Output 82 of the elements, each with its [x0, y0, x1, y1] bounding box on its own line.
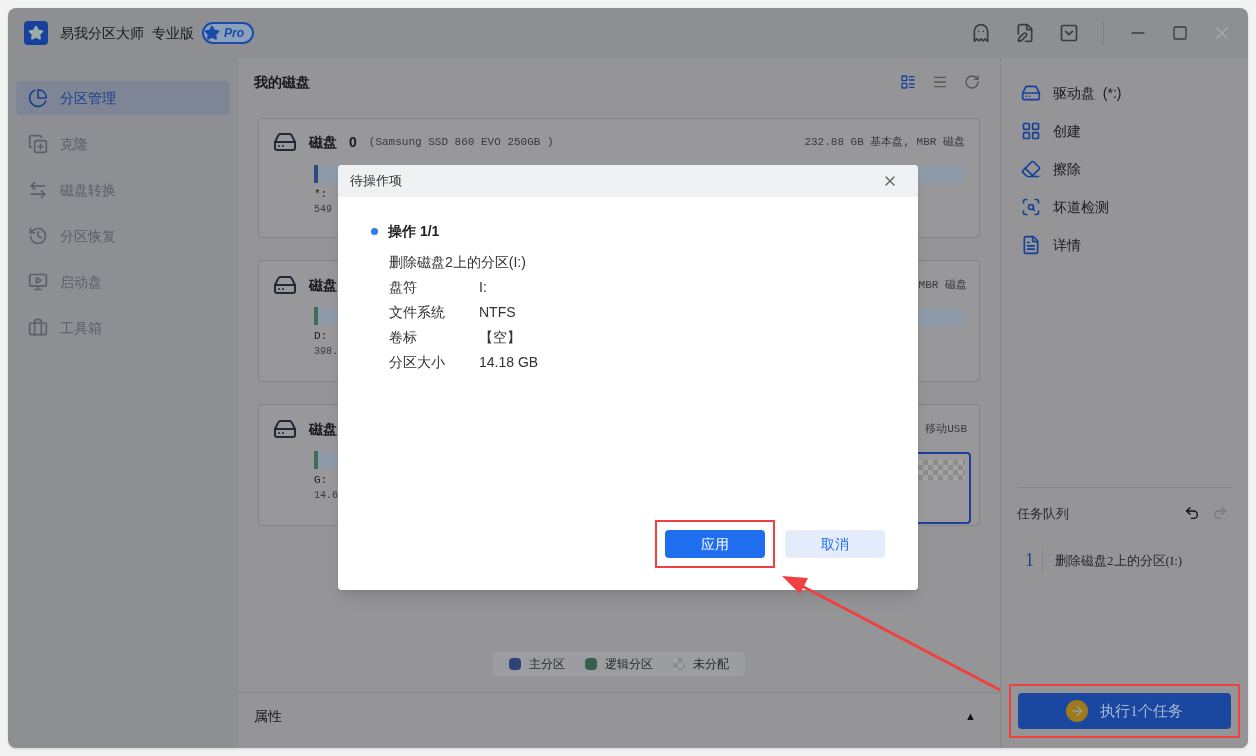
disk-info: 232.88 GB 基本盘, MBR 磁盘 — [804, 134, 965, 150]
pie-chart-icon — [28, 88, 48, 108]
disk-name: 磁盘 — [309, 275, 337, 295]
partition-size: 14.6 — [314, 489, 338, 503]
action-item[interactable]: 创建 — [1017, 119, 1232, 143]
properties-label: 属性 — [254, 707, 282, 726]
operation-heading: 操作 1/1 — [388, 222, 440, 241]
expand-toggle[interactable]: ▲ — [965, 708, 976, 725]
panel-title: 我的磁盘 — [254, 72, 310, 92]
disk-info: 移动USB — [925, 422, 968, 437]
action-item[interactable]: 驱动盘 (*:) — [1017, 81, 1232, 105]
disk-card-edge[interactable]: *: 549 — [258, 165, 338, 238]
disk-card-top[interactable]: 磁盘 0 (Samsung SSD 860 EVO 250GB ) 232.88 GB 基本盘, MBR 磁盘 — [258, 118, 980, 165]
partition-label: D: — [314, 329, 328, 344]
edition-label: 专业版 — [152, 23, 194, 43]
legend-label: 未分配 — [693, 656, 729, 673]
swap-icon — [28, 180, 48, 200]
field-label: 分区大小 — [389, 353, 446, 372]
disk-card-edge[interactable]: MBR 磁盘 — [918, 260, 980, 382]
undo-icon[interactable] — [1184, 505, 1200, 522]
field-label: 盘符 — [389, 278, 418, 297]
partition-size: 549 — [314, 203, 332, 217]
execute-button[interactable]: 执行1个任务 — [1018, 693, 1231, 729]
disk-info: MBR 磁盘 — [918, 278, 968, 293]
partition-bar[interactable] — [314, 451, 338, 469]
partition-size: 398. — [314, 345, 338, 359]
maximize-icon[interactable] — [1172, 25, 1188, 41]
disk-card-edge[interactable]: 移动USB — [918, 404, 980, 526]
field-label: 文件系统 — [389, 303, 446, 322]
grid-view-icon[interactable] — [900, 74, 916, 90]
disk-card-edge[interactable]: 磁盘 D: 398. — [258, 260, 338, 382]
briefcase-icon — [28, 318, 48, 338]
disk-card-edge[interactable]: 磁盘 G: 14.6 — [258, 404, 338, 526]
unallocated-partition[interactable] — [918, 451, 971, 524]
field-label: 卷标 — [389, 328, 418, 347]
queue-title: 任务队列 — [1017, 504, 1069, 523]
history-icon — [28, 226, 48, 246]
sidebar-item[interactable]: 分区管理 — [16, 81, 230, 115]
task-text: 删除磁盘2上的分区(I:) — [1055, 551, 1183, 570]
partition-label: G: — [314, 473, 328, 488]
partition-label: *: — [314, 187, 328, 202]
field-value: I: — [479, 278, 487, 297]
arrow-right-icon — [1066, 700, 1089, 722]
list-view-icon[interactable] — [932, 74, 948, 90]
partition-bar[interactable] — [314, 165, 338, 183]
dropdown-square-icon[interactable] — [1059, 23, 1079, 43]
document-icon — [1021, 235, 1041, 255]
action-item[interactable]: 坏道检测 — [1017, 195, 1232, 219]
legend-label: 主分区 — [529, 656, 565, 673]
field-value: 14.18 GB — [479, 353, 539, 372]
disk-name: 磁盘 — [309, 132, 337, 152]
legend-label: 逻辑分区 — [605, 656, 653, 673]
disk-drive-icon — [273, 273, 297, 297]
disk-model: (Samsung SSD 860 EVO 250GB ) — [368, 134, 554, 150]
copy-plus-icon — [28, 134, 48, 154]
grid-icon — [1021, 121, 1041, 141]
note-edit-icon[interactable] — [1015, 23, 1035, 43]
refresh-icon[interactable] — [964, 74, 980, 90]
play-screen-icon — [28, 272, 48, 292]
field-value: NTFS — [479, 303, 516, 322]
apply-button[interactable]: 应用 — [665, 530, 765, 558]
hard-drive-icon — [1021, 83, 1041, 103]
redo-icon[interactable] — [1212, 505, 1228, 522]
app-logo-icon — [24, 21, 48, 45]
disk-drive-icon — [273, 417, 297, 441]
dialog-title: 待操作项 — [350, 172, 402, 191]
scan-search-icon — [1021, 197, 1041, 217]
operation-description: 删除磁盘2上的分区(I:) — [389, 253, 526, 272]
pro-badge: Pro — [202, 22, 254, 44]
action-item[interactable]: 擦除 — [1017, 157, 1232, 181]
disk-drive-icon — [273, 130, 297, 154]
app-name: 易我分区大师 — [60, 23, 144, 43]
ghost-icon[interactable] — [971, 23, 991, 43]
disk-number: 0 — [349, 132, 357, 152]
field-value: 【空】 — [479, 328, 521, 347]
cancel-button[interactable]: 取消 — [785, 530, 885, 558]
disk-name: 磁盘 — [309, 419, 337, 439]
partition-bar[interactable] — [314, 307, 338, 325]
task-number: 1 — [1025, 547, 1043, 574]
eraser-icon — [1021, 159, 1041, 179]
disk-card-edge[interactable] — [918, 165, 980, 238]
action-item[interactable]: 详情 — [1017, 233, 1232, 257]
